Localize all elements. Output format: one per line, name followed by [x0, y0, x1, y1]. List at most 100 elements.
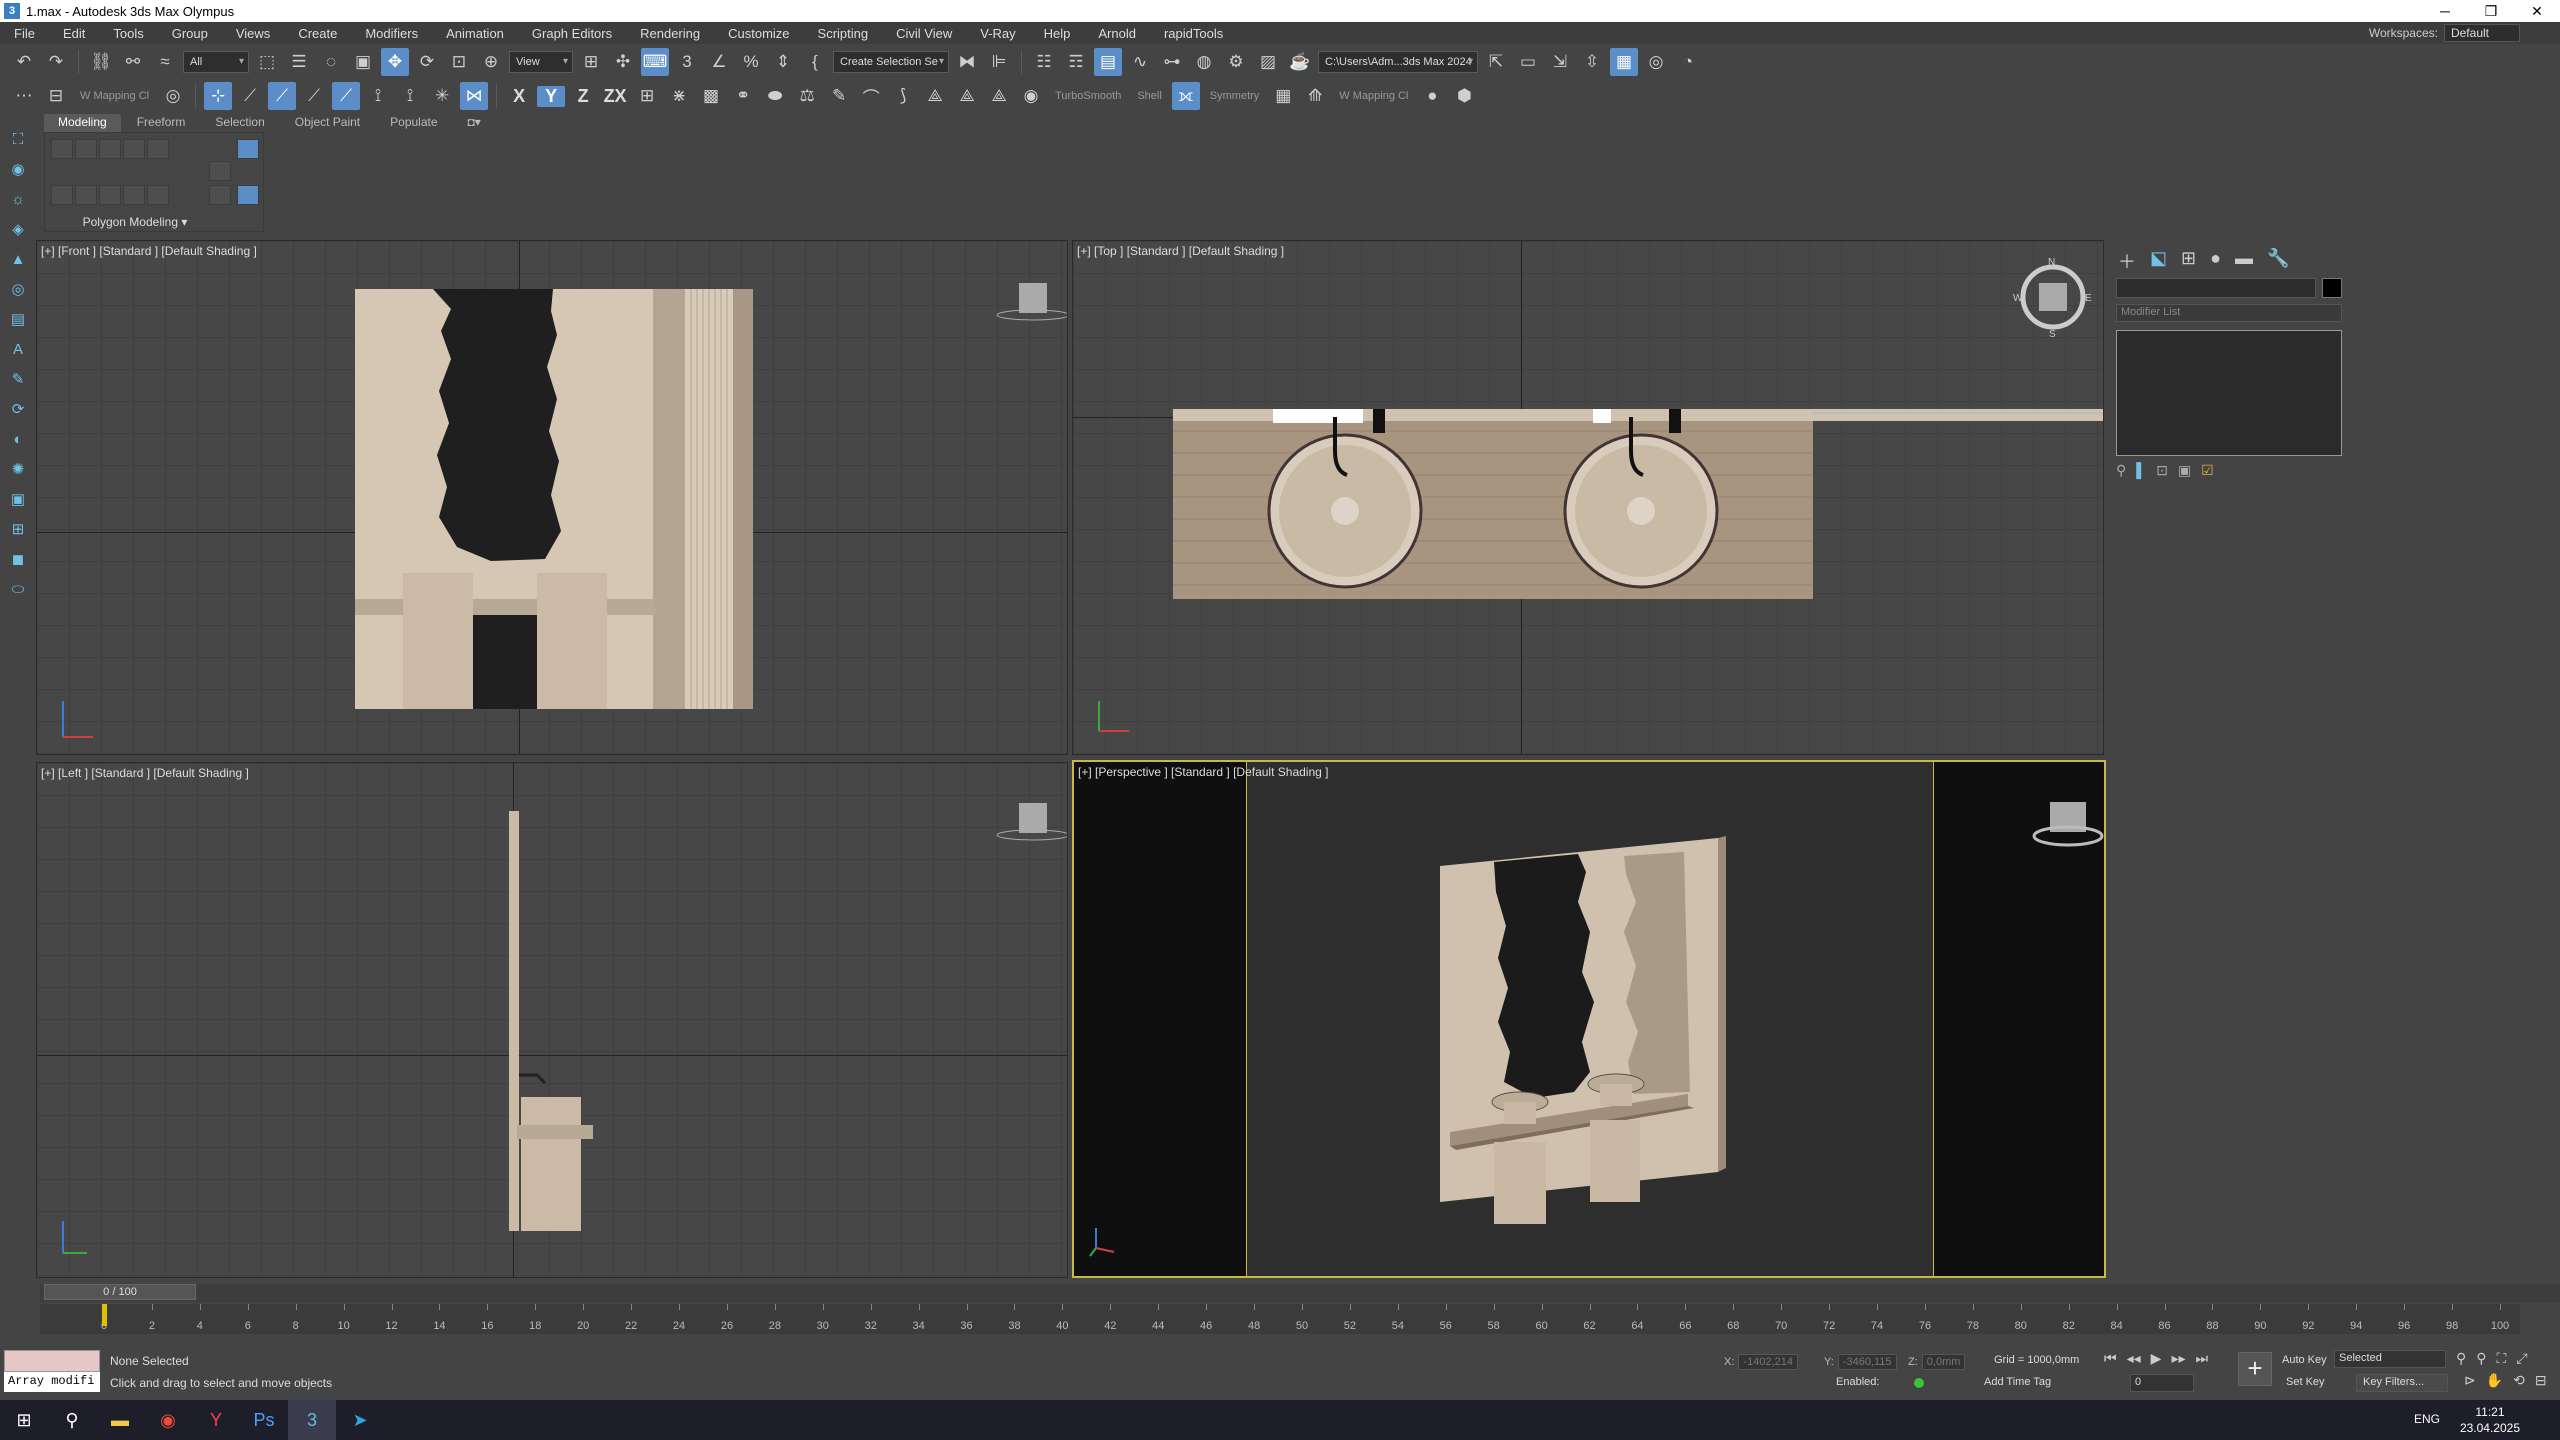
taper-icon[interactable]: ⟁ — [921, 82, 949, 110]
frame-field[interactable]: 0 — [2130, 1374, 2194, 1392]
axis-z-button[interactable]: Z — [569, 86, 597, 107]
select-by-name-icon[interactable]: ☰ — [285, 48, 313, 76]
use-nurms-icon[interactable] — [123, 185, 145, 205]
go-to-end-icon[interactable]: ⏭ — [2196, 1350, 2209, 1367]
material-editor-icon[interactable]: ◍ — [1190, 48, 1218, 76]
ribbon-options-icon[interactable]: ◘▾ — [454, 114, 495, 132]
menu-group[interactable]: Group — [158, 26, 222, 41]
uvw-map-icon[interactable]: ⊟ — [42, 82, 70, 110]
next-frame-icon[interactable]: ▸▸ — [2171, 1350, 2185, 1367]
angle-snap-icon[interactable]: ∠ — [705, 48, 733, 76]
chrome-icon[interactable]: ◉ — [144, 1400, 192, 1440]
time-slider-track[interactable] — [40, 1284, 2560, 1302]
pan-icon[interactable]: ✋ — [2486, 1372, 2503, 1389]
twist-icon[interactable]: ⟆ — [889, 82, 917, 110]
selection-circle-icon[interactable]: ◎ — [159, 82, 187, 110]
detach-icon[interactable]: ⋇ — [665, 82, 693, 110]
modify-tab-icon[interactable]: ⬕ — [2150, 248, 2167, 274]
rotate-icon[interactable]: ⟳ — [7, 398, 29, 420]
language-indicator[interactable]: ENG — [2414, 1412, 2440, 1426]
relax-icon[interactable]: ⚖ — [793, 82, 821, 110]
orbit-icon[interactable]: ⟲ — [2513, 1372, 2525, 1389]
motion-tab-icon[interactable]: ● — [2210, 248, 2221, 274]
selection-region-icon[interactable]: ◌ — [317, 48, 345, 76]
viewport-left[interactable]: [+] [Left ] [Standard ] [Default Shading… — [36, 762, 1068, 1278]
auto-key-button[interactable]: Auto Key — [2282, 1354, 2327, 1366]
render-setup-icon[interactable]: ⚙ — [1222, 48, 1250, 76]
snap-perpendicular-icon[interactable]: ⟟ — [396, 82, 424, 110]
object-color-swatch[interactable] — [2322, 278, 2342, 298]
menu-animation[interactable]: Animation — [432, 26, 518, 41]
viewport-top[interactable]: [+] [Top ] [Standard ] [Default Shading … — [1072, 240, 2104, 755]
menu-customize[interactable]: Customize — [714, 26, 803, 41]
select-scale-icon[interactable]: ⊡ — [445, 48, 473, 76]
set-key-big-icon[interactable]: + — [2238, 1352, 2272, 1386]
render-icon[interactable]: ⊞ — [7, 518, 29, 540]
next-modifier-icon[interactable] — [209, 185, 231, 205]
menu-tools[interactable]: Tools — [99, 26, 157, 41]
symmetry-label[interactable]: Symmetry — [1204, 90, 1266, 102]
pivot-center-icon[interactable]: ⊞ — [577, 48, 605, 76]
vray-frame-buffer-icon[interactable]: ◎ — [1642, 48, 1670, 76]
geometry-icon[interactable]: ▲ — [7, 248, 29, 270]
menu-vray[interactable]: V-Ray — [966, 26, 1029, 41]
snap-edge-icon[interactable]: ⟋ — [236, 82, 264, 110]
toggle-ribbon-icon[interactable]: ▤ — [1094, 48, 1122, 76]
menu-graph-editors[interactable]: Graph Editors — [518, 26, 626, 41]
object-name-field[interactable] — [2116, 278, 2316, 298]
systems-icon[interactable]: ▤ — [7, 308, 29, 330]
shapes-icon[interactable]: ◎ — [7, 278, 29, 300]
axis-x-button[interactable]: X — [505, 86, 533, 107]
plane-xy-icon[interactable]: ⊞ — [633, 82, 661, 110]
configure-sets-icon[interactable]: ☑ — [2201, 462, 2214, 479]
file-explorer-icon[interactable]: ▬ — [96, 1400, 144, 1440]
key-filters-button[interactable]: Key Filters... — [2356, 1374, 2448, 1392]
turbosmooth-icon[interactable]: ◉ — [1017, 82, 1045, 110]
preserve-uvs-icon[interactable] — [75, 185, 97, 205]
key-selection-select[interactable]: Selected — [2334, 1350, 2446, 1368]
selection-filter[interactable]: All — [183, 51, 249, 73]
menu-rendering[interactable]: Rendering — [626, 26, 714, 41]
arnold-render-icon[interactable]: ◔ — [1674, 48, 1702, 76]
pin-stack-icon[interactable]: ⚲ — [2116, 462, 2126, 479]
flatten-icon[interactable]: ⬬ — [761, 82, 789, 110]
menu-create[interactable]: Create — [284, 26, 351, 41]
menu-scripting[interactable]: Scripting — [804, 26, 883, 41]
create-panel-icon[interactable]: ⛶ — [7, 128, 29, 150]
snap-face-icon[interactable]: ⟋ — [268, 82, 297, 110]
grid-snap-icon[interactable]: ⋯ — [10, 82, 38, 110]
system-clock[interactable]: 11:21 23.04.2025 — [2460, 1404, 2520, 1436]
window-crossing-icon[interactable]: ▣ — [349, 48, 377, 76]
axis-zx-button[interactable]: ZX — [601, 86, 629, 107]
uvw-mapping-label-1[interactable]: W Mapping Cl — [74, 90, 155, 102]
snap-center-icon[interactable]: ✳ — [428, 82, 456, 110]
modifier-list-dropdown[interactable]: Modifier List — [2116, 304, 2342, 322]
undo-icon[interactable]: ↶ — [10, 48, 38, 76]
attach-icon[interactable]: ⚭ — [729, 82, 757, 110]
paint-icon[interactable]: ✎ — [825, 82, 853, 110]
play-icon[interactable]: ▶ — [2151, 1350, 2162, 1367]
maximize-viewport-icon[interactable]: ⊟ — [2535, 1372, 2547, 1389]
snap-pivot-icon[interactable]: ⟟ — [364, 82, 392, 110]
shell-label[interactable]: Shell — [1131, 90, 1167, 102]
snaps-toggle-icon[interactable]: 3 — [673, 48, 701, 76]
photoshop-icon[interactable]: Ps — [240, 1400, 288, 1440]
toggle-command-panel-icon[interactable] — [237, 139, 259, 159]
viewport-front[interactable]: [+] [Front ] [Standard ] [Default Shadin… — [36, 240, 1068, 755]
sphere-icon[interactable]: ● — [1418, 82, 1446, 110]
menu-civil-view[interactable]: Civil View — [882, 26, 966, 41]
previous-frame-icon[interactable]: ◂◂ — [2127, 1350, 2141, 1367]
render-production-icon[interactable]: ☕ — [1286, 48, 1314, 76]
zoom-all-icon[interactable]: ⚲ — [2476, 1350, 2486, 1367]
percent-snap-icon[interactable]: % — [737, 48, 765, 76]
uvw-mapping-label-2[interactable]: W Mapping Cl — [1333, 90, 1414, 102]
select-manipulate-icon[interactable]: ✣ — [609, 48, 637, 76]
menu-modifiers[interactable]: Modifiers — [351, 26, 432, 41]
x-value[interactable]: -1402,214 — [1738, 1354, 1798, 1370]
mirror-icon[interactable]: ⧓ — [953, 48, 981, 76]
current-frame-marker[interactable] — [102, 1304, 107, 1326]
utilities-tab-icon[interactable]: 🔧 — [2267, 248, 2289, 274]
named-selection-sets[interactable]: Create Selection Se — [833, 51, 949, 73]
close-icon[interactable]: ✕ — [2514, 0, 2560, 22]
menu-views[interactable]: Views — [222, 26, 284, 41]
